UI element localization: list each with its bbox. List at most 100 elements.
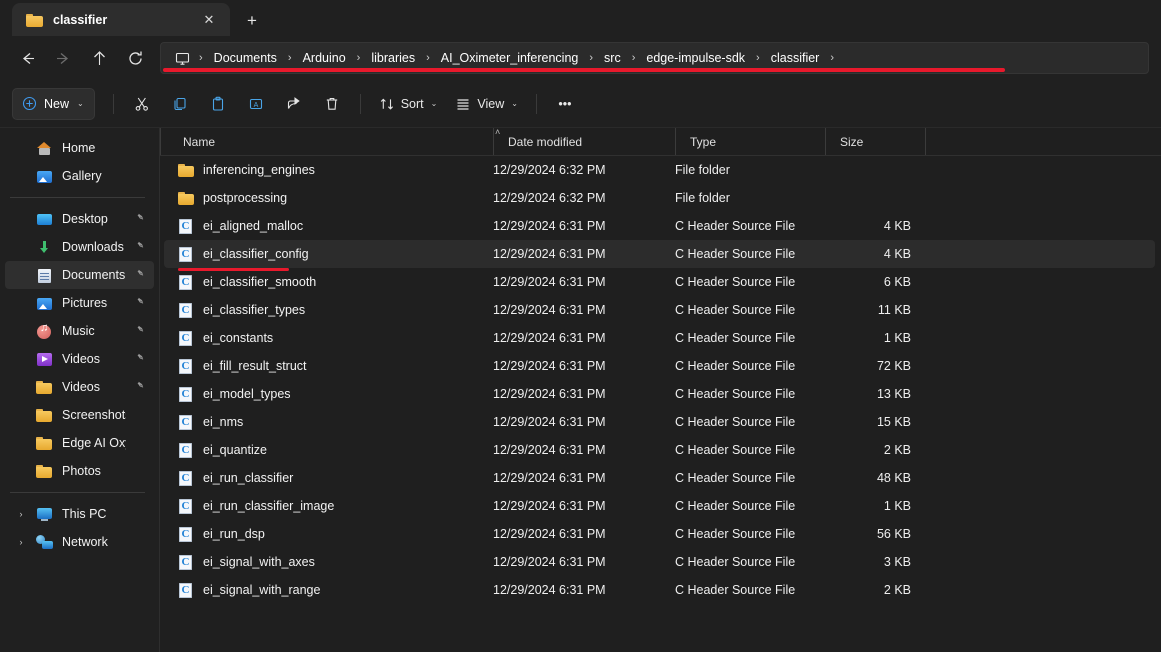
table-row[interactable]: ei_model_types 12/29/2024 6:31 PM C Head… bbox=[164, 380, 1155, 408]
file-type: C Header Source File bbox=[675, 471, 825, 485]
list-lines-icon bbox=[455, 96, 471, 112]
pin-icon[interactable]: ✒ bbox=[133, 239, 150, 256]
table-row[interactable]: ei_classifier_types 12/29/2024 6:31 PM C… bbox=[164, 296, 1155, 324]
sidebar-item-downloads[interactable]: Downloads ✒ bbox=[5, 233, 154, 261]
breadcrumb-src[interactable]: src bbox=[597, 47, 628, 69]
file-date: 12/29/2024 6:32 PM bbox=[493, 163, 675, 177]
rename-button[interactable]: A bbox=[238, 88, 274, 120]
file-size: 1 KB bbox=[825, 499, 911, 513]
sidebar-item-photos[interactable]: Photos bbox=[5, 457, 154, 485]
column-header-type[interactable]: Type bbox=[675, 128, 825, 155]
chevron-right-icon[interactable]: › bbox=[15, 537, 27, 547]
file-date: 12/29/2024 6:31 PM bbox=[493, 219, 675, 233]
c-header-file-icon bbox=[178, 498, 194, 515]
table-row[interactable]: ei_signal_with_axes 12/29/2024 6:31 PM C… bbox=[164, 548, 1155, 576]
up-button[interactable] bbox=[82, 42, 116, 74]
file-date: 12/29/2024 6:31 PM bbox=[493, 387, 675, 401]
chevron-down-icon: ⌄ bbox=[511, 99, 518, 108]
c-header-file-icon bbox=[178, 302, 194, 319]
sidebar-item-gallery[interactable]: Gallery bbox=[5, 162, 154, 190]
sidebar-item-label: Music bbox=[62, 324, 126, 338]
file-name-cell: ei_classifier_config bbox=[164, 246, 493, 263]
copy-button[interactable] bbox=[162, 88, 198, 120]
pin-icon[interactable]: ✒ bbox=[133, 211, 150, 228]
main-body: Home Gallery Desktop ✒ Downloads ✒ Docum… bbox=[0, 128, 1161, 652]
sidebar-item-music[interactable]: Music ✒ bbox=[5, 317, 154, 345]
sidebar-item-screenshots[interactable]: Screenshots bbox=[5, 401, 154, 429]
sidebar-item-videos[interactable]: Videos ✒ bbox=[5, 345, 154, 373]
breadcrumb-separator: › bbox=[284, 52, 296, 64]
folder-icon bbox=[36, 435, 53, 452]
file-name-cell: ei_run_dsp bbox=[164, 526, 493, 543]
breadcrumb-arduino[interactable]: Arduino bbox=[296, 47, 353, 69]
sidebar-item-pictures[interactable]: Pictures ✒ bbox=[5, 289, 154, 317]
pictures-icon bbox=[36, 295, 53, 312]
forward-button[interactable] bbox=[46, 42, 80, 74]
sidebar-item-videos-folder[interactable]: Videos ✒ bbox=[5, 373, 154, 401]
table-row[interactable]: ei_run_classifier 12/29/2024 6:31 PM C H… bbox=[164, 464, 1155, 492]
share-button[interactable] bbox=[276, 88, 312, 120]
view-button[interactable]: View ⌄ bbox=[447, 88, 526, 120]
table-row-selected[interactable]: ei_classifier_config 12/29/2024 6:31 PM … bbox=[164, 240, 1155, 268]
breadcrumb-classifier[interactable]: classifier bbox=[764, 47, 827, 69]
column-header-name[interactable]: Name bbox=[160, 128, 493, 155]
pin-icon[interactable]: ✒ bbox=[133, 295, 150, 312]
back-button[interactable] bbox=[10, 42, 44, 74]
toolbar-divider bbox=[113, 94, 114, 114]
tab-classifier[interactable]: classifier ✕ bbox=[12, 3, 230, 36]
column-header-date-modified[interactable]: Date modified bbox=[493, 128, 675, 155]
navigation-sidebar[interactable]: Home Gallery Desktop ✒ Downloads ✒ Docum… bbox=[0, 128, 160, 652]
breadcrumb-documents[interactable]: Documents bbox=[207, 47, 284, 69]
view-button-label: View bbox=[477, 97, 504, 111]
new-button[interactable]: New ⌄ bbox=[12, 88, 95, 120]
sidebar-divider bbox=[10, 197, 145, 198]
table-row[interactable]: postprocessing 12/29/2024 6:32 PM File f… bbox=[164, 184, 1155, 212]
sidebar-item-this-pc[interactable]: › This PC bbox=[5, 500, 154, 528]
chevron-right-icon[interactable]: › bbox=[15, 509, 27, 519]
file-size: 4 KB bbox=[825, 247, 911, 261]
table-row[interactable]: ei_classifier_smooth 12/29/2024 6:31 PM … bbox=[164, 268, 1155, 296]
pin-icon[interactable]: ✒ bbox=[133, 267, 150, 284]
pin-icon[interactable]: ✒ bbox=[133, 379, 150, 396]
sidebar-item-network[interactable]: › Network bbox=[5, 528, 154, 556]
address-bar-row: › Documents › Arduino › libraries › AI_O… bbox=[0, 36, 1161, 80]
pin-icon[interactable]: ✒ bbox=[133, 323, 150, 340]
address-bar[interactable]: › Documents › Arduino › libraries › AI_O… bbox=[160, 42, 1149, 74]
downloads-icon bbox=[36, 239, 53, 256]
sidebar-item-home[interactable]: Home bbox=[5, 134, 154, 162]
breadcrumb-separator: › bbox=[752, 52, 764, 64]
table-row[interactable]: ei_nms 12/29/2024 6:31 PM C Header Sourc… bbox=[164, 408, 1155, 436]
table-row[interactable]: ei_constants 12/29/2024 6:31 PM C Header… bbox=[164, 324, 1155, 352]
c-header-file-icon bbox=[178, 554, 194, 571]
sidebar-item-documents[interactable]: Documents ✒ bbox=[5, 261, 154, 289]
breadcrumb-ai-oximeter-inferencing[interactable]: AI_Oximeter_inferencing bbox=[434, 47, 586, 69]
file-date: 12/29/2024 6:31 PM bbox=[493, 499, 675, 513]
sidebar-item-desktop[interactable]: Desktop ✒ bbox=[5, 205, 154, 233]
refresh-button[interactable] bbox=[118, 42, 152, 74]
breadcrumb-edge-impulse-sdk[interactable]: edge-impulse-sdk bbox=[639, 47, 752, 69]
delete-button[interactable] bbox=[314, 88, 350, 120]
sort-button[interactable]: Sort ⌄ bbox=[371, 88, 446, 120]
new-button-label: New bbox=[44, 97, 69, 111]
paste-button[interactable] bbox=[200, 88, 236, 120]
pin-icon[interactable]: ✒ bbox=[133, 351, 150, 368]
table-row[interactable]: ei_fill_result_struct 12/29/2024 6:31 PM… bbox=[164, 352, 1155, 380]
breadcrumb-libraries[interactable]: libraries bbox=[364, 47, 422, 69]
new-tab-button[interactable]: + bbox=[236, 6, 268, 36]
table-row[interactable]: ei_aligned_malloc 12/29/2024 6:31 PM C H… bbox=[164, 212, 1155, 240]
table-row[interactable]: ei_signal_with_range 12/29/2024 6:31 PM … bbox=[164, 576, 1155, 604]
close-icon[interactable]: ✕ bbox=[198, 9, 220, 31]
file-name: ei_signal_with_range bbox=[203, 583, 320, 597]
column-header-size[interactable]: Size bbox=[825, 128, 925, 155]
sidebar-item-edge-ai-oxymeter[interactable]: Edge AI Oxymeter bbox=[5, 429, 154, 457]
table-row[interactable]: ei_run_dsp 12/29/2024 6:31 PM C Header S… bbox=[164, 520, 1155, 548]
table-row[interactable]: ei_run_classifier_image 12/29/2024 6:31 … bbox=[164, 492, 1155, 520]
table-row[interactable]: inferencing_engines 12/29/2024 6:32 PM F… bbox=[164, 156, 1155, 184]
gallery-icon bbox=[36, 168, 53, 185]
folder-icon bbox=[178, 162, 194, 179]
cut-button[interactable] bbox=[124, 88, 160, 120]
file-type: C Header Source File bbox=[675, 331, 825, 345]
c-header-file-icon bbox=[178, 246, 194, 263]
table-row[interactable]: ei_quantize 12/29/2024 6:31 PM C Header … bbox=[164, 436, 1155, 464]
more-options-button[interactable]: ••• bbox=[547, 88, 583, 120]
